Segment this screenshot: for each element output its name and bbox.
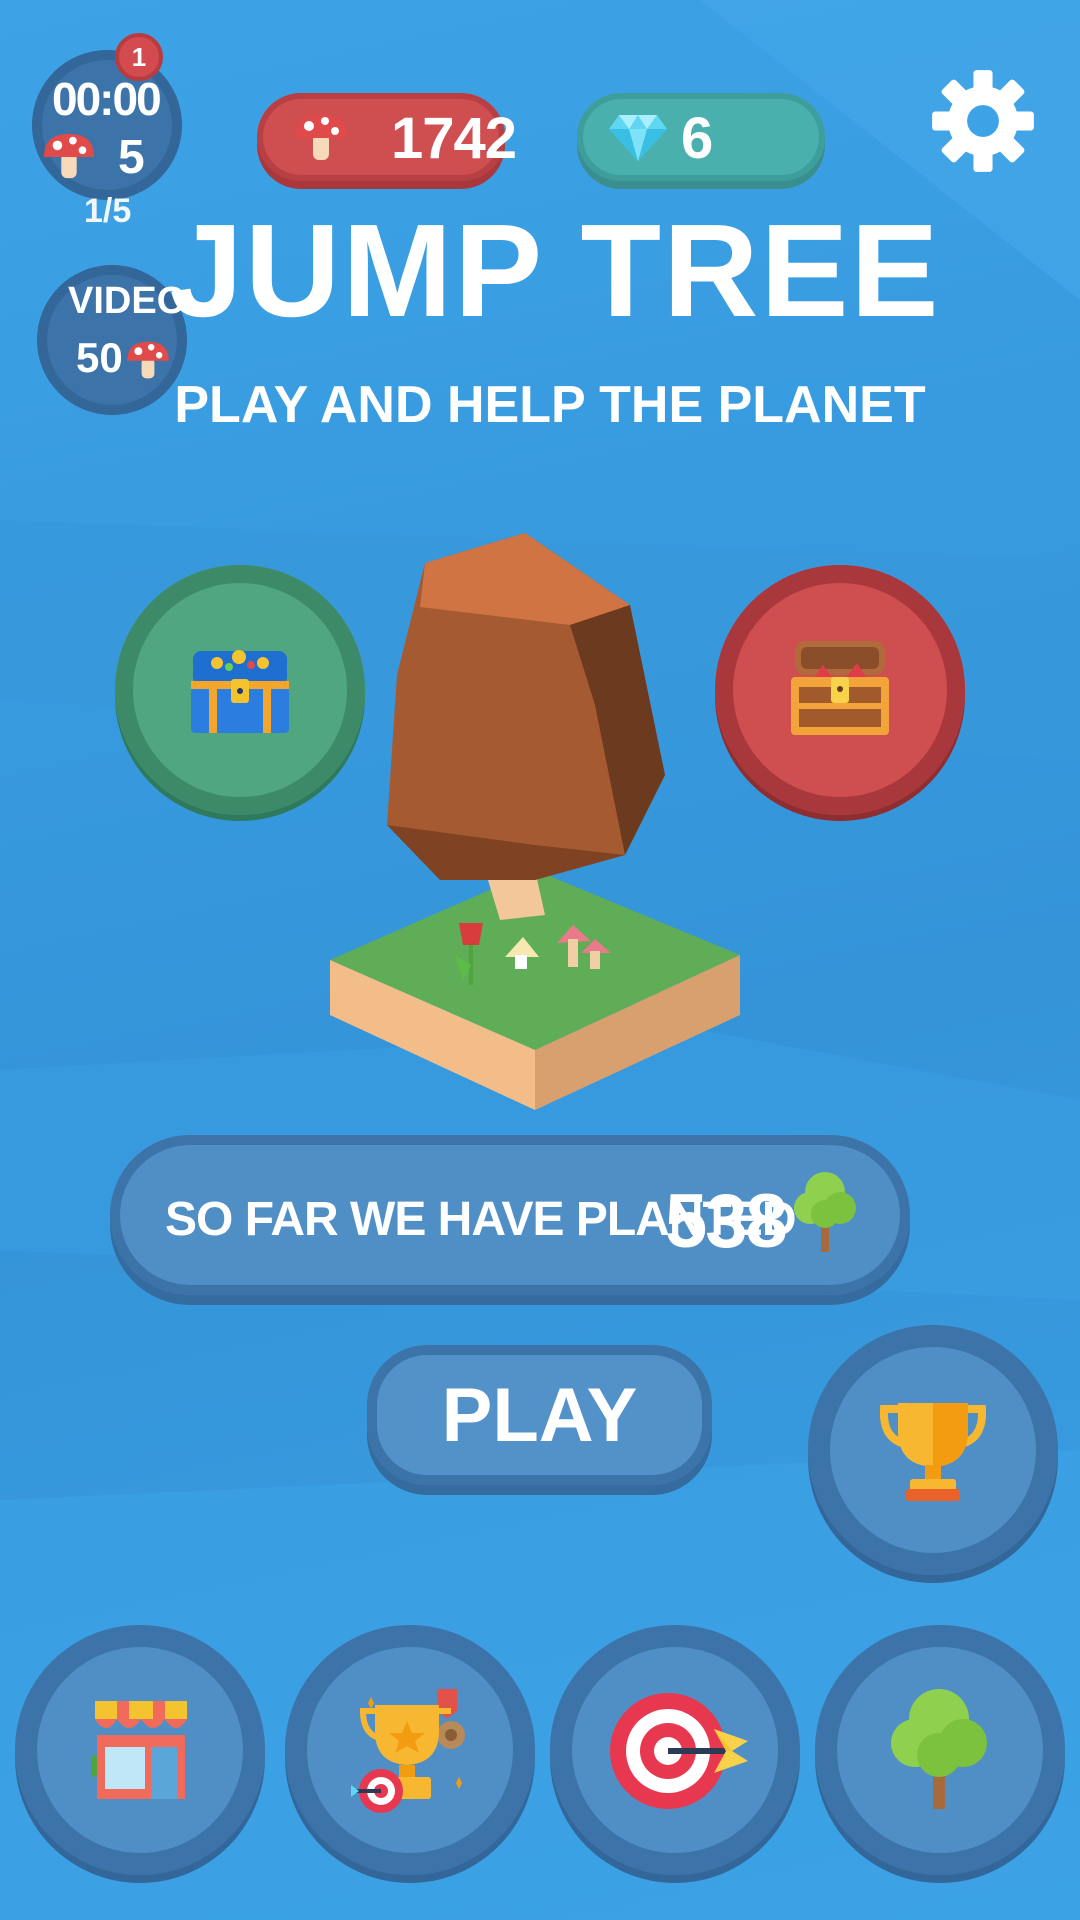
- diamond-icon: [609, 115, 667, 161]
- mushroom-count: 1742: [391, 106, 517, 171]
- leaderboard-button[interactable]: [808, 1325, 1058, 1575]
- gear-icon[interactable]: [930, 68, 1036, 174]
- play-button[interactable]: PLAY: [367, 1345, 712, 1485]
- planted-count: 538: [665, 1179, 788, 1264]
- notification-badge: 1: [115, 33, 163, 81]
- tree-icon: [891, 1689, 987, 1809]
- gem-count: 6: [681, 106, 713, 171]
- shop-button[interactable]: [15, 1625, 265, 1875]
- shop-icon: [91, 1701, 187, 1799]
- trees-button[interactable]: [815, 1625, 1065, 1875]
- game-subtitle: PLAY AND HELP THE PLANET: [174, 376, 926, 434]
- target-icon: [610, 1693, 748, 1809]
- missions-button[interactable]: [550, 1625, 800, 1875]
- timer-mushroom-count: 5: [118, 131, 145, 184]
- achievements-icon: [351, 1689, 465, 1813]
- red-chest-button[interactable]: [715, 565, 965, 815]
- trophy-icon: [880, 1403, 986, 1501]
- treasure-chest-icon: [191, 650, 289, 733]
- open-chest-icon: [791, 641, 889, 735]
- mushroom-icon: [43, 133, 95, 179]
- tree-island-illustration: [330, 533, 740, 1110]
- game-title: JUMP TREE: [169, 197, 941, 344]
- mushroom-icon: [295, 114, 347, 160]
- mushroom-currency-pill[interactable]: 1742: [257, 93, 517, 181]
- tree-icon: [794, 1172, 856, 1252]
- achievements-button[interactable]: [285, 1625, 535, 1875]
- gem-currency-pill[interactable]: 6: [577, 93, 825, 181]
